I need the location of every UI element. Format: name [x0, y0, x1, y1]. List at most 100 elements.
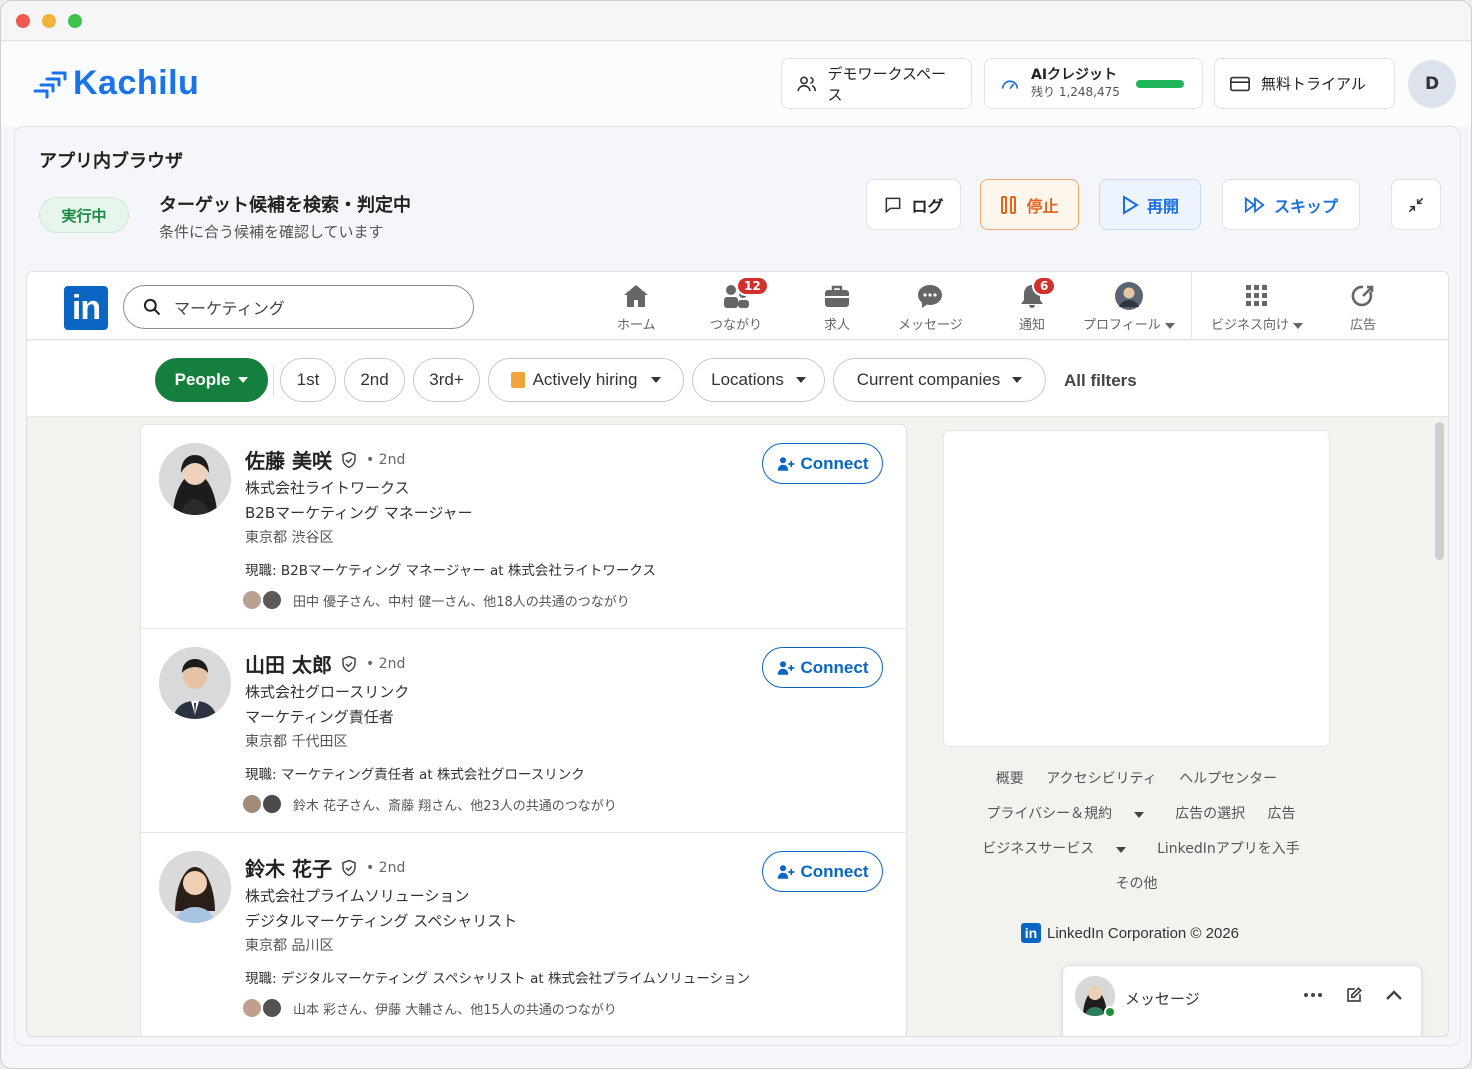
- footer-link-business[interactable]: ビジネスサービス: [973, 841, 1134, 857]
- all-filters-button[interactable]: All filters: [1064, 371, 1137, 391]
- filter-current-companies[interactable]: Current companies: [833, 358, 1046, 402]
- filter-locations[interactable]: Locations: [692, 358, 825, 402]
- ai-credit-button[interactable]: AIクレジット 残り 1,248,475: [984, 58, 1203, 109]
- nav-network[interactable]: 12 つながり: [710, 276, 769, 333]
- filter-hiring-label: Actively hiring: [532, 370, 638, 389]
- person-title: デジタルマーケティング スペシャリスト: [245, 912, 518, 930]
- chevron-down-icon: [1115, 847, 1126, 853]
- footer-link-app[interactable]: LinkedInアプリを入手: [1157, 841, 1300, 857]
- nav-business-label: ビジネス向け: [1211, 318, 1290, 333]
- person-name-text: 佐藤 美咲: [245, 449, 332, 473]
- nav-business[interactable]: ビジネス向け: [1211, 280, 1304, 333]
- network-badge: 12: [736, 276, 769, 296]
- person-title: B2Bマーケティング マネージャー: [245, 504, 473, 522]
- notifications-badge: 6: [1032, 276, 1057, 296]
- workspace-button[interactable]: デモワークスペース: [781, 58, 972, 109]
- search-input[interactable]: マーケティング: [123, 285, 474, 329]
- filter-locations-label: Locations: [711, 370, 784, 389]
- nav-home[interactable]: ホーム: [617, 280, 656, 333]
- footer-link-privacy[interactable]: プライバシー＆規約: [977, 806, 1152, 822]
- filter-2nd[interactable]: 2nd: [344, 358, 405, 402]
- connect-label: Connect: [800, 657, 869, 677]
- log-label: ログ: [911, 196, 944, 216]
- avatar[interactable]: [159, 443, 231, 515]
- chevron-up-icon[interactable]: [1385, 989, 1403, 1001]
- filter-people[interactable]: People: [155, 358, 268, 402]
- connect-label: Connect: [800, 453, 869, 473]
- skip-button[interactable]: スキップ: [1222, 179, 1360, 230]
- filter-1st[interactable]: 1st: [280, 358, 336, 402]
- more-options-icon[interactable]: [1303, 992, 1323, 998]
- nav-messaging[interactable]: メッセージ: [898, 280, 963, 333]
- avatar[interactable]: [159, 647, 231, 719]
- nav-jobs-label: 求人: [823, 318, 850, 333]
- nav-jobs[interactable]: 求人: [823, 280, 851, 333]
- message-icon: [918, 285, 943, 308]
- footer-link-help[interactable]: ヘルプセンター: [1179, 771, 1277, 787]
- person-location: 東京都 千代田区: [245, 734, 348, 750]
- footer-link-accessibility[interactable]: アクセシビリティ: [1046, 771, 1156, 787]
- user-avatar[interactable]: D: [1408, 60, 1456, 108]
- connect-button[interactable]: Connect: [762, 647, 883, 688]
- footer-link-more[interactable]: その他: [1116, 876, 1158, 892]
- mutual-avatar: [261, 793, 283, 815]
- connect-button[interactable]: Connect: [762, 443, 883, 484]
- mutual-connections[interactable]: 田中 優子さん、中村 健一さん、他18人の共通のつながり: [241, 589, 630, 611]
- sidebar-ad-card: [943, 430, 1330, 747]
- verified-shield-icon: [342, 451, 356, 468]
- person-name[interactable]: 佐藤 美咲 • 2nd: [245, 445, 405, 474]
- filter-actively-hiring[interactable]: Actively hiring: [488, 358, 684, 402]
- messaging-label: メッセージ: [1125, 990, 1200, 1008]
- messaging-overlay[interactable]: メッセージ: [1062, 965, 1422, 1036]
- scrollbar-thumb[interactable]: [1435, 422, 1444, 560]
- chevron-down-icon: [1012, 377, 1023, 383]
- footer-links: 概要 アクセシビリティ ヘルプセンター プライバシー＆規約 広告の選択 広告 ビ…: [943, 762, 1330, 902]
- free-trial-button[interactable]: 無料トライアル: [1214, 58, 1395, 109]
- resume-button[interactable]: 再開: [1099, 179, 1201, 230]
- footer-link-ads[interactable]: 広告: [1268, 806, 1296, 822]
- add-person-icon: [777, 456, 794, 471]
- person-company: 株式会社プライムソリューション: [245, 887, 470, 905]
- linkedin-copyright: in LinkedIn Corporation © 2026: [1021, 923, 1239, 943]
- result-item[interactable]: 鈴木 花子 • 2nd 株式会社プライムソリューション デジタルマーケティング …: [141, 833, 906, 1036]
- person-name[interactable]: 山田 太郎 • 2nd: [245, 649, 405, 678]
- linkedin-logo[interactable]: in: [64, 286, 108, 330]
- footer-link-about[interactable]: 概要: [996, 771, 1024, 787]
- nav-profile[interactable]: プロフィール: [1083, 280, 1175, 333]
- connect-button[interactable]: Connect: [762, 851, 883, 892]
- stop-button[interactable]: 停止: [980, 179, 1079, 230]
- mutual-avatar: [261, 589, 283, 611]
- filter-3rd[interactable]: 3rd+: [413, 358, 480, 402]
- avatar[interactable]: [159, 851, 231, 923]
- footer-link-ad-choices[interactable]: 広告の選択: [1175, 806, 1245, 822]
- result-item[interactable]: 佐藤 美咲 • 2nd 株式会社ライトワークス B2Bマーケティング マネージャ…: [141, 425, 906, 629]
- mutual-avatar: [261, 997, 283, 1019]
- trial-label: 無料トライアル: [1261, 75, 1366, 93]
- connection-degree: • 2nd: [365, 451, 406, 468]
- filter-people-label: People: [174, 370, 231, 389]
- kachilu-logo-icon: [33, 71, 67, 98]
- close-window-button[interactable]: [16, 14, 30, 28]
- copyright-text: LinkedIn Corporation © 2026: [1047, 924, 1240, 942]
- person-name[interactable]: 鈴木 花子 • 2nd: [245, 853, 405, 882]
- hiring-badge-icon: [510, 372, 525, 388]
- nav-notifications[interactable]: 6 通知: [1018, 276, 1057, 333]
- minimize-window-button[interactable]: [42, 14, 56, 28]
- log-button[interactable]: ログ: [866, 179, 961, 230]
- collapse-button[interactable]: [1391, 179, 1441, 230]
- nav-ads-label: 広告: [1350, 318, 1377, 333]
- maximize-window-button[interactable]: [68, 14, 82, 28]
- play-icon: [1122, 194, 1139, 215]
- task-title: ターゲット候補を検索・判定中: [159, 195, 411, 216]
- mutual-connections[interactable]: 鈴木 花子さん、斎藤 翔さん、他23人の共通のつながり: [241, 793, 617, 815]
- search-results: 佐藤 美咲 • 2nd 株式会社ライトワークス B2Bマーケティング マネージャ…: [140, 424, 907, 1036]
- mutual-connections[interactable]: 山本 彩さん、伊藤 大輔さん、他15人の共通のつながり: [241, 997, 617, 1019]
- nav-ads[interactable]: 広告: [1350, 280, 1376, 333]
- compose-icon[interactable]: [1345, 986, 1363, 1004]
- brand-logo[interactable]: Kachilu: [33, 64, 199, 103]
- result-item[interactable]: 山田 太郎 • 2nd 株式会社グロースリンク マーケティング責任者 東京都 千…: [141, 629, 906, 833]
- status-badge: 実行中: [39, 197, 129, 233]
- chevron-down-icon: [795, 377, 806, 383]
- online-status-dot: [1104, 1006, 1116, 1018]
- footer-privacy-label: プライバシー＆規約: [986, 806, 1113, 822]
